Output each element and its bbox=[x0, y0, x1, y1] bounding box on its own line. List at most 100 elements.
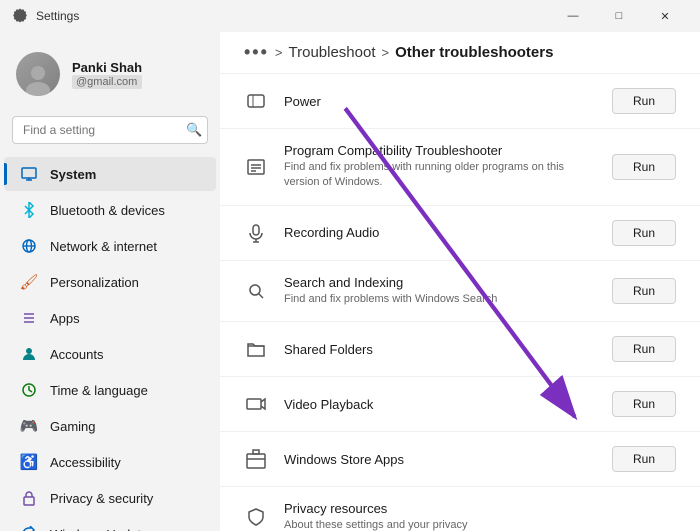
bluetooth-svg-icon bbox=[21, 202, 37, 218]
monitor-icon bbox=[21, 166, 37, 182]
search-box[interactable]: 🔍 bbox=[12, 116, 208, 144]
privacy-resources-desc: About these settings and your privacy bbox=[284, 518, 676, 531]
sidebar-item-system[interactable]: System bbox=[4, 157, 216, 191]
program-compat-run-button[interactable]: Run bbox=[612, 154, 676, 180]
program-compat-title: Program Compatibility Troubleshooter bbox=[284, 143, 596, 158]
windows-store-text: Windows Store Apps bbox=[284, 452, 596, 467]
sidebar: Panki Shah @gmail.com 🔍 System bbox=[0, 32, 220, 531]
privacy-resources-title: Privacy resources bbox=[284, 501, 676, 516]
recording-audio-run-button[interactable]: Run bbox=[612, 220, 676, 246]
lock-icon bbox=[21, 490, 37, 506]
time-icon bbox=[20, 381, 38, 399]
settings-icon bbox=[12, 8, 28, 24]
power-icon bbox=[244, 89, 268, 113]
list-item-windows-store: Windows Store Apps Run bbox=[220, 432, 700, 487]
sidebar-item-personalization-label: Personalization bbox=[50, 275, 139, 290]
sidebar-item-time[interactable]: Time & language bbox=[4, 373, 216, 407]
power-run-button[interactable]: Run bbox=[612, 88, 676, 114]
maximize-button[interactable]: □ bbox=[596, 0, 642, 32]
power-item-text: Power bbox=[284, 94, 596, 109]
video-playback-run-button[interactable]: Run bbox=[612, 391, 676, 417]
program-compat-text: Program Compatibility Troubleshooter Fin… bbox=[284, 143, 596, 191]
search-input[interactable] bbox=[23, 123, 178, 137]
privacy-resources-text: Privacy resources About these settings a… bbox=[284, 501, 676, 531]
apps-svg-icon bbox=[21, 310, 37, 326]
search-indexing-run-button[interactable]: Run bbox=[612, 278, 676, 304]
sidebar-item-time-label: Time & language bbox=[50, 383, 148, 398]
app-body: Panki Shah @gmail.com 🔍 System bbox=[0, 32, 700, 531]
video-playback-title: Video Playback bbox=[284, 397, 596, 412]
title-bar: Settings — □ ✕ bbox=[0, 0, 700, 32]
recording-audio-text: Recording Audio bbox=[284, 225, 596, 240]
person-icon bbox=[21, 346, 37, 362]
clock-icon bbox=[21, 382, 37, 398]
shared-folders-text: Shared Folders bbox=[284, 342, 596, 357]
windows-store-title: Windows Store Apps bbox=[284, 452, 596, 467]
list-item-search-indexing: Search and Indexing Find and fix problem… bbox=[220, 261, 700, 322]
minimize-button[interactable]: — bbox=[550, 0, 596, 32]
video-playback-icon bbox=[244, 392, 268, 416]
personalization-icon: 🖌 bbox=[20, 273, 38, 291]
sidebar-item-apps[interactable]: Apps bbox=[4, 301, 216, 335]
avatar-image bbox=[16, 52, 60, 96]
shared-folders-title: Shared Folders bbox=[284, 342, 596, 357]
sidebar-item-accounts[interactable]: Accounts bbox=[4, 337, 216, 371]
video-svg-icon bbox=[246, 394, 266, 414]
privacy-icon bbox=[20, 489, 38, 507]
sidebar-item-network[interactable]: Network & internet bbox=[4, 229, 216, 263]
search-indexing-title: Search and Indexing bbox=[284, 275, 596, 290]
breadcrumb: ••• > Troubleshoot > Other troubleshoote… bbox=[220, 32, 700, 74]
globe-icon bbox=[21, 238, 37, 254]
shield-svg-icon bbox=[246, 507, 266, 527]
store-svg-icon bbox=[246, 449, 266, 469]
sidebar-item-gaming[interactable]: 🎮 Gaming bbox=[4, 409, 216, 443]
sidebar-item-bluetooth-label: Bluetooth & devices bbox=[50, 203, 165, 218]
close-button[interactable]: ✕ bbox=[642, 0, 688, 32]
sidebar-item-privacy[interactable]: Privacy & security bbox=[4, 481, 216, 515]
mic-svg-icon bbox=[246, 223, 266, 243]
power-svg-icon bbox=[246, 91, 266, 111]
power-title: Power bbox=[284, 94, 596, 109]
sidebar-item-update[interactable]: Windows Update bbox=[4, 517, 216, 531]
search-indexing-icon bbox=[244, 279, 268, 303]
windows-store-run-button[interactable]: Run bbox=[612, 446, 676, 472]
accounts-icon bbox=[20, 345, 38, 363]
folder-svg-icon bbox=[246, 339, 266, 359]
list-item-privacy-resources: Privacy resources About these settings a… bbox=[220, 487, 700, 531]
privacy-resources-icon bbox=[244, 505, 268, 529]
windows-store-icon bbox=[244, 447, 268, 471]
sidebar-item-network-label: Network & internet bbox=[50, 239, 157, 254]
apps-icon bbox=[20, 309, 38, 327]
breadcrumb-troubleshoot-link[interactable]: Troubleshoot bbox=[289, 44, 376, 61]
avatar bbox=[16, 52, 60, 96]
gaming-icon: 🎮 bbox=[20, 417, 38, 435]
sidebar-item-update-label: Windows Update bbox=[50, 527, 148, 531]
shared-folders-run-button[interactable]: Run bbox=[612, 336, 676, 362]
shared-folders-icon bbox=[244, 337, 268, 361]
recording-audio-title: Recording Audio bbox=[284, 225, 596, 240]
program-compat-icon bbox=[244, 155, 268, 179]
window-controls: — □ ✕ bbox=[550, 0, 688, 32]
user-profile: Panki Shah @gmail.com bbox=[0, 40, 220, 112]
search-indexing-text: Search and Indexing Find and fix problem… bbox=[284, 275, 596, 307]
list-item-recording-audio: Recording Audio Run bbox=[220, 206, 700, 261]
recording-audio-icon bbox=[244, 221, 268, 245]
window-title: Settings bbox=[36, 9, 79, 23]
user-email: @gmail.com bbox=[72, 75, 142, 89]
breadcrumb-dots[interactable]: ••• bbox=[244, 42, 269, 63]
avatar-silhouette-icon bbox=[20, 60, 56, 96]
video-playback-text: Video Playback bbox=[284, 397, 596, 412]
bluetooth-icon bbox=[20, 201, 38, 219]
sidebar-item-bluetooth[interactable]: Bluetooth & devices bbox=[4, 193, 216, 227]
sidebar-item-system-label: System bbox=[50, 167, 96, 182]
sidebar-item-personalization[interactable]: 🖌 Personalization bbox=[4, 265, 216, 299]
update-icon bbox=[20, 525, 38, 531]
list-item-video-playback: Video Playback Run bbox=[220, 377, 700, 432]
title-bar-left: Settings bbox=[12, 8, 79, 24]
search-icon: 🔍 bbox=[186, 122, 202, 138]
refresh-icon bbox=[21, 526, 37, 531]
accessibility-icon: ♿ bbox=[20, 453, 38, 471]
breadcrumb-current: Other troubleshooters bbox=[395, 44, 553, 61]
sidebar-item-accessibility[interactable]: ♿ Accessibility bbox=[4, 445, 216, 479]
breadcrumb-sep2: > bbox=[382, 45, 390, 60]
